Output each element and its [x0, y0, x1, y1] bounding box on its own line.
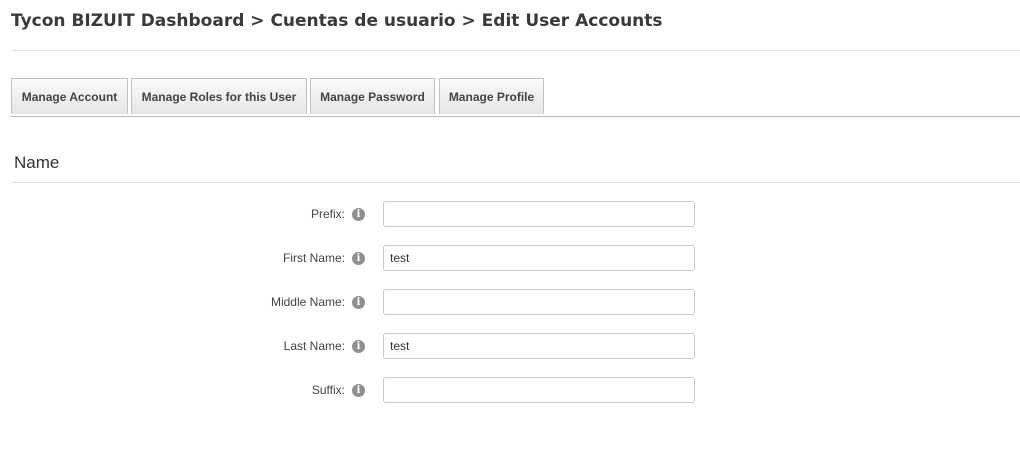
- form-row-first-name: First Name: i: [0, 245, 1020, 271]
- form-row-middle-name: Middle Name: i: [0, 289, 1020, 315]
- info-icon[interactable]: i: [352, 384, 365, 397]
- form-row-suffix: Suffix: i: [0, 377, 1020, 403]
- tab-manage-password[interactable]: Manage Password: [310, 78, 435, 114]
- info-icon[interactable]: i: [352, 252, 365, 265]
- breadcrumb: Tycon BIZUIT Dashboard > Cuentas de usua…: [11, 11, 663, 31]
- tab-manage-account[interactable]: Manage Account: [11, 78, 128, 114]
- info-icon[interactable]: i: [352, 208, 365, 221]
- section-title-name: Name: [14, 153, 60, 172]
- last-name-label: Last Name:: [283, 339, 345, 353]
- info-icon[interactable]: i: [352, 340, 365, 353]
- prefix-label: Prefix:: [310, 207, 345, 221]
- header-divider: [11, 50, 1020, 51]
- section-divider: [11, 182, 1020, 183]
- middle-name-input[interactable]: [383, 289, 695, 315]
- last-name-input[interactable]: [383, 333, 695, 359]
- tab-bar: Manage Account Manage Roles for this Use…: [11, 78, 1020, 117]
- first-name-label: First Name:: [282, 251, 345, 265]
- tab-manage-roles[interactable]: Manage Roles for this User: [131, 78, 307, 114]
- suffix-label: Suffix:: [311, 383, 345, 397]
- form-row-last-name: Last Name: i: [0, 333, 1020, 359]
- first-name-input[interactable]: [383, 245, 695, 271]
- middle-name-label: Middle Name:: [270, 295, 345, 309]
- form-row-prefix: Prefix: i: [0, 201, 1020, 227]
- suffix-input[interactable]: [383, 377, 695, 403]
- tab-manage-profile[interactable]: Manage Profile: [439, 78, 544, 114]
- info-icon[interactable]: i: [352, 296, 365, 309]
- prefix-input[interactable]: [383, 201, 695, 227]
